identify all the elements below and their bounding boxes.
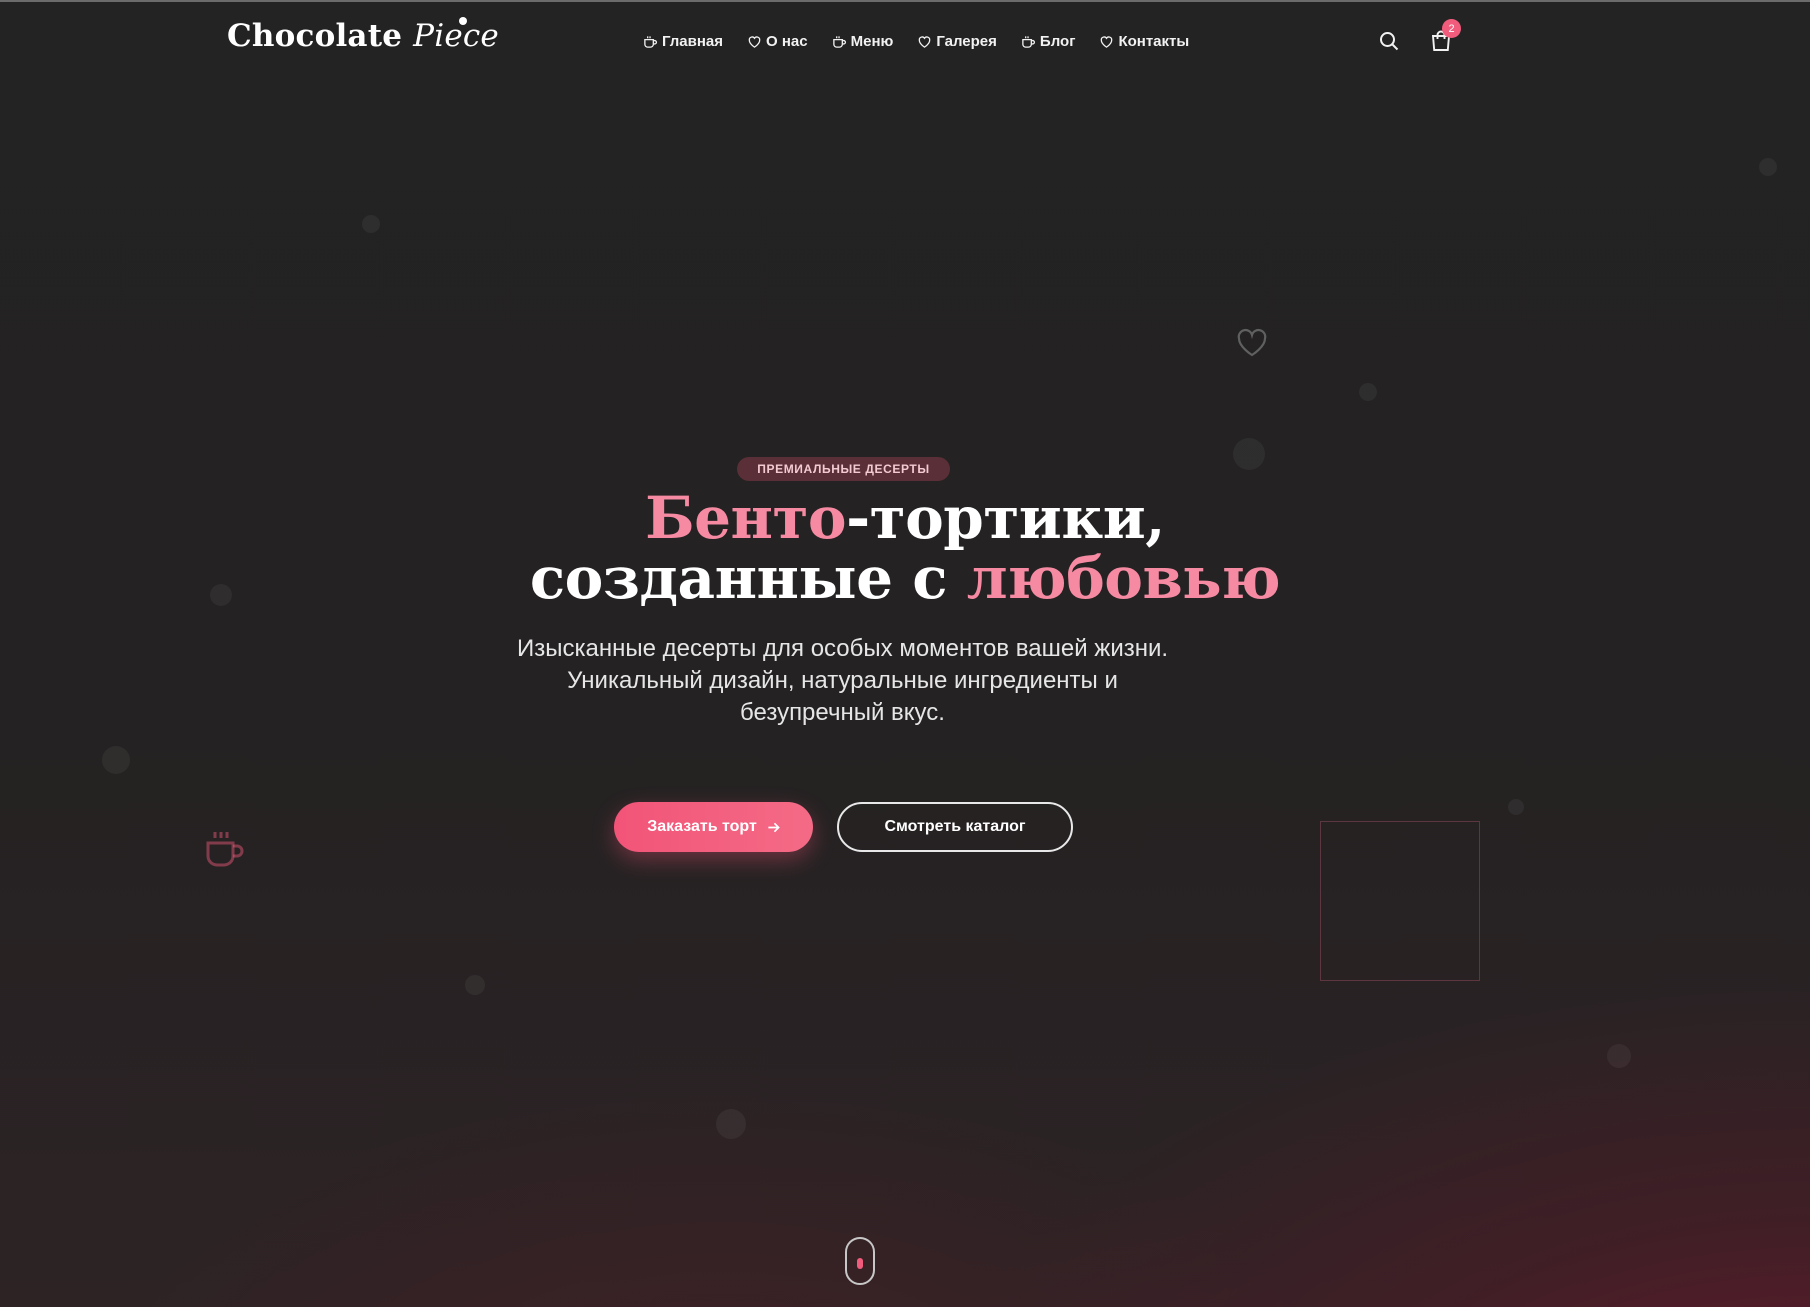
nav-item-gallery[interactable]: Галерея <box>917 33 997 50</box>
decor-bubble <box>1759 158 1777 176</box>
logo-text: Chocolate <box>227 18 403 54</box>
arrow-right-icon <box>768 822 780 832</box>
heart-icon <box>748 35 761 48</box>
scroll-dot <box>857 1258 863 1269</box>
order-cake-button[interactable]: Заказать торт <box>614 802 813 852</box>
hero-badge: ПРЕМИАЛЬНЫЕ ДЕСЕРТЫ <box>737 457 950 481</box>
logo-italic-text: Piece <box>413 18 499 54</box>
decor-bubble <box>362 215 380 233</box>
order-cake-label: Заказать торт <box>647 818 757 835</box>
cup-icon <box>644 35 657 48</box>
site-header: Chocolate Piece Главная О нас Меню Галер… <box>0 0 1810 82</box>
cup-icon <box>1022 35 1035 48</box>
hero-title-text: -тортики, <box>846 484 1165 552</box>
hero-subtitle-line: Изысканные десерты для особых моментов в… <box>516 635 1169 662</box>
decor-bubble <box>465 975 485 995</box>
nav-label: Главная <box>662 32 724 50</box>
main-nav: Главная О нас Меню Галерея Блог Контакты <box>643 29 1189 53</box>
nav-label: О нас <box>766 32 808 50</box>
decor-bubble <box>1508 799 1524 815</box>
decor-bubble <box>102 746 130 774</box>
nav-item-home[interactable]: Главная <box>643 33 723 50</box>
view-catalog-label: Смотреть каталог <box>884 818 1026 835</box>
decor-square-outline <box>1320 821 1480 981</box>
nav-item-blog[interactable]: Блог <box>1021 32 1076 50</box>
nav-item-menu[interactable]: Меню <box>832 32 894 50</box>
heart-icon <box>919 35 931 48</box>
view-catalog-button[interactable]: Смотреть каталог <box>837 802 1073 852</box>
decor-bubble <box>1359 383 1377 401</box>
search-button[interactable] <box>1378 30 1400 52</box>
heart-icon <box>1101 35 1113 48</box>
nav-item-about[interactable]: О нас <box>747 33 808 50</box>
hero-subtitle-line: Уникальный дизайн, натуральные ингредиен… <box>567 667 1118 726</box>
search-icon <box>1380 32 1399 51</box>
hero-title-accent: Бенто <box>645 484 847 552</box>
hero-title-accent: любовью <box>966 544 1281 612</box>
scroll-down-indicator[interactable] <box>845 1237 875 1285</box>
cart-count-badge: 2 <box>1442 19 1461 38</box>
nav-label: Контакты <box>1118 32 1190 50</box>
decor-bubble <box>210 584 232 606</box>
nav-label: Меню <box>850 32 894 50</box>
cup-icon <box>206 832 244 867</box>
cup-icon <box>832 35 846 48</box>
nav-item-contacts[interactable]: Контакты <box>1099 33 1189 50</box>
hero-subtitle: Изысканные десерты для особых моментов в… <box>505 633 1180 729</box>
decor-bubble <box>1233 438 1265 470</box>
decor-bubble <box>716 1109 746 1139</box>
nav-label: Галерея <box>936 32 997 50</box>
hero-title: Бенто-тортики, созданные с любовью <box>405 488 1405 608</box>
heart-icon <box>1237 328 1267 357</box>
logo[interactable]: Chocolate Piece <box>227 18 499 54</box>
nav-label: Блог <box>1039 32 1076 50</box>
hero-title-text: созданные с <box>529 544 967 612</box>
decor-bubble <box>1607 1044 1631 1068</box>
logo-dot <box>459 17 467 25</box>
